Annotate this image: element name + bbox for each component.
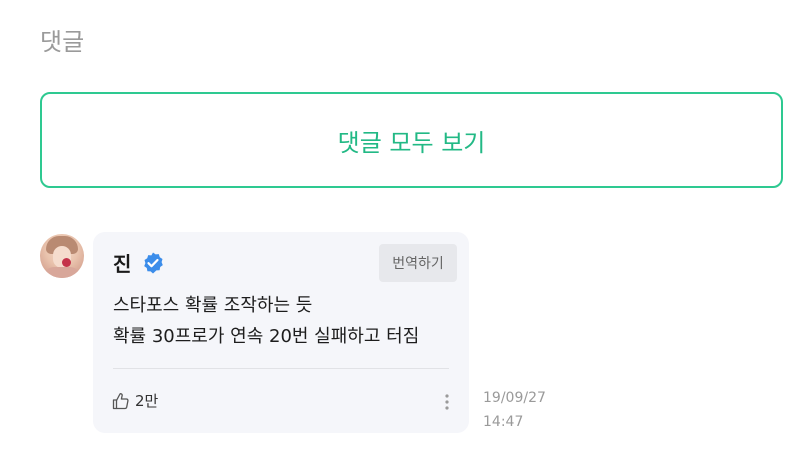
like-button[interactable]: 2만 bbox=[111, 390, 158, 411]
comment-timestamp: 19/09/27 14:47 bbox=[483, 386, 546, 434]
thumbs-up-icon bbox=[111, 391, 131, 411]
divider bbox=[113, 368, 449, 369]
comment-body: 스타포스 확률 조작하는 듯 확률 30프로가 연속 20번 실패하고 터짐 bbox=[113, 290, 453, 352]
avatar-shirt bbox=[44, 267, 80, 278]
avatar-rose bbox=[62, 258, 71, 267]
comment-bubble: 진 번역하기 스타포스 확률 조작하는 듯 확률 30프로가 연속 20번 실패… bbox=[93, 232, 469, 433]
view-all-comments-button[interactable]: 댓글 모두 보기 bbox=[40, 92, 783, 188]
comments-section-title: 댓글 bbox=[40, 28, 85, 56]
author-name[interactable]: 진 bbox=[113, 248, 131, 277]
comment-line-1: 스타포스 확률 조작하는 듯 bbox=[113, 295, 313, 316]
verified-badge-icon bbox=[141, 251, 165, 275]
more-vertical-icon[interactable] bbox=[441, 392, 453, 412]
comment-line-2: 확률 30프로가 연속 20번 실패하고 터짐 bbox=[113, 326, 420, 347]
translate-button-label: 번역하기 bbox=[392, 256, 444, 272]
comment-date: 19/09/27 bbox=[483, 390, 546, 406]
translate-button[interactable]: 번역하기 bbox=[379, 244, 457, 282]
comment-author: 진 bbox=[113, 248, 165, 277]
view-all-comments-label: 댓글 모두 보기 bbox=[337, 128, 486, 157]
like-count: 2만 bbox=[135, 392, 159, 410]
avatar[interactable] bbox=[40, 234, 84, 278]
comment-time: 14:47 bbox=[483, 414, 524, 430]
